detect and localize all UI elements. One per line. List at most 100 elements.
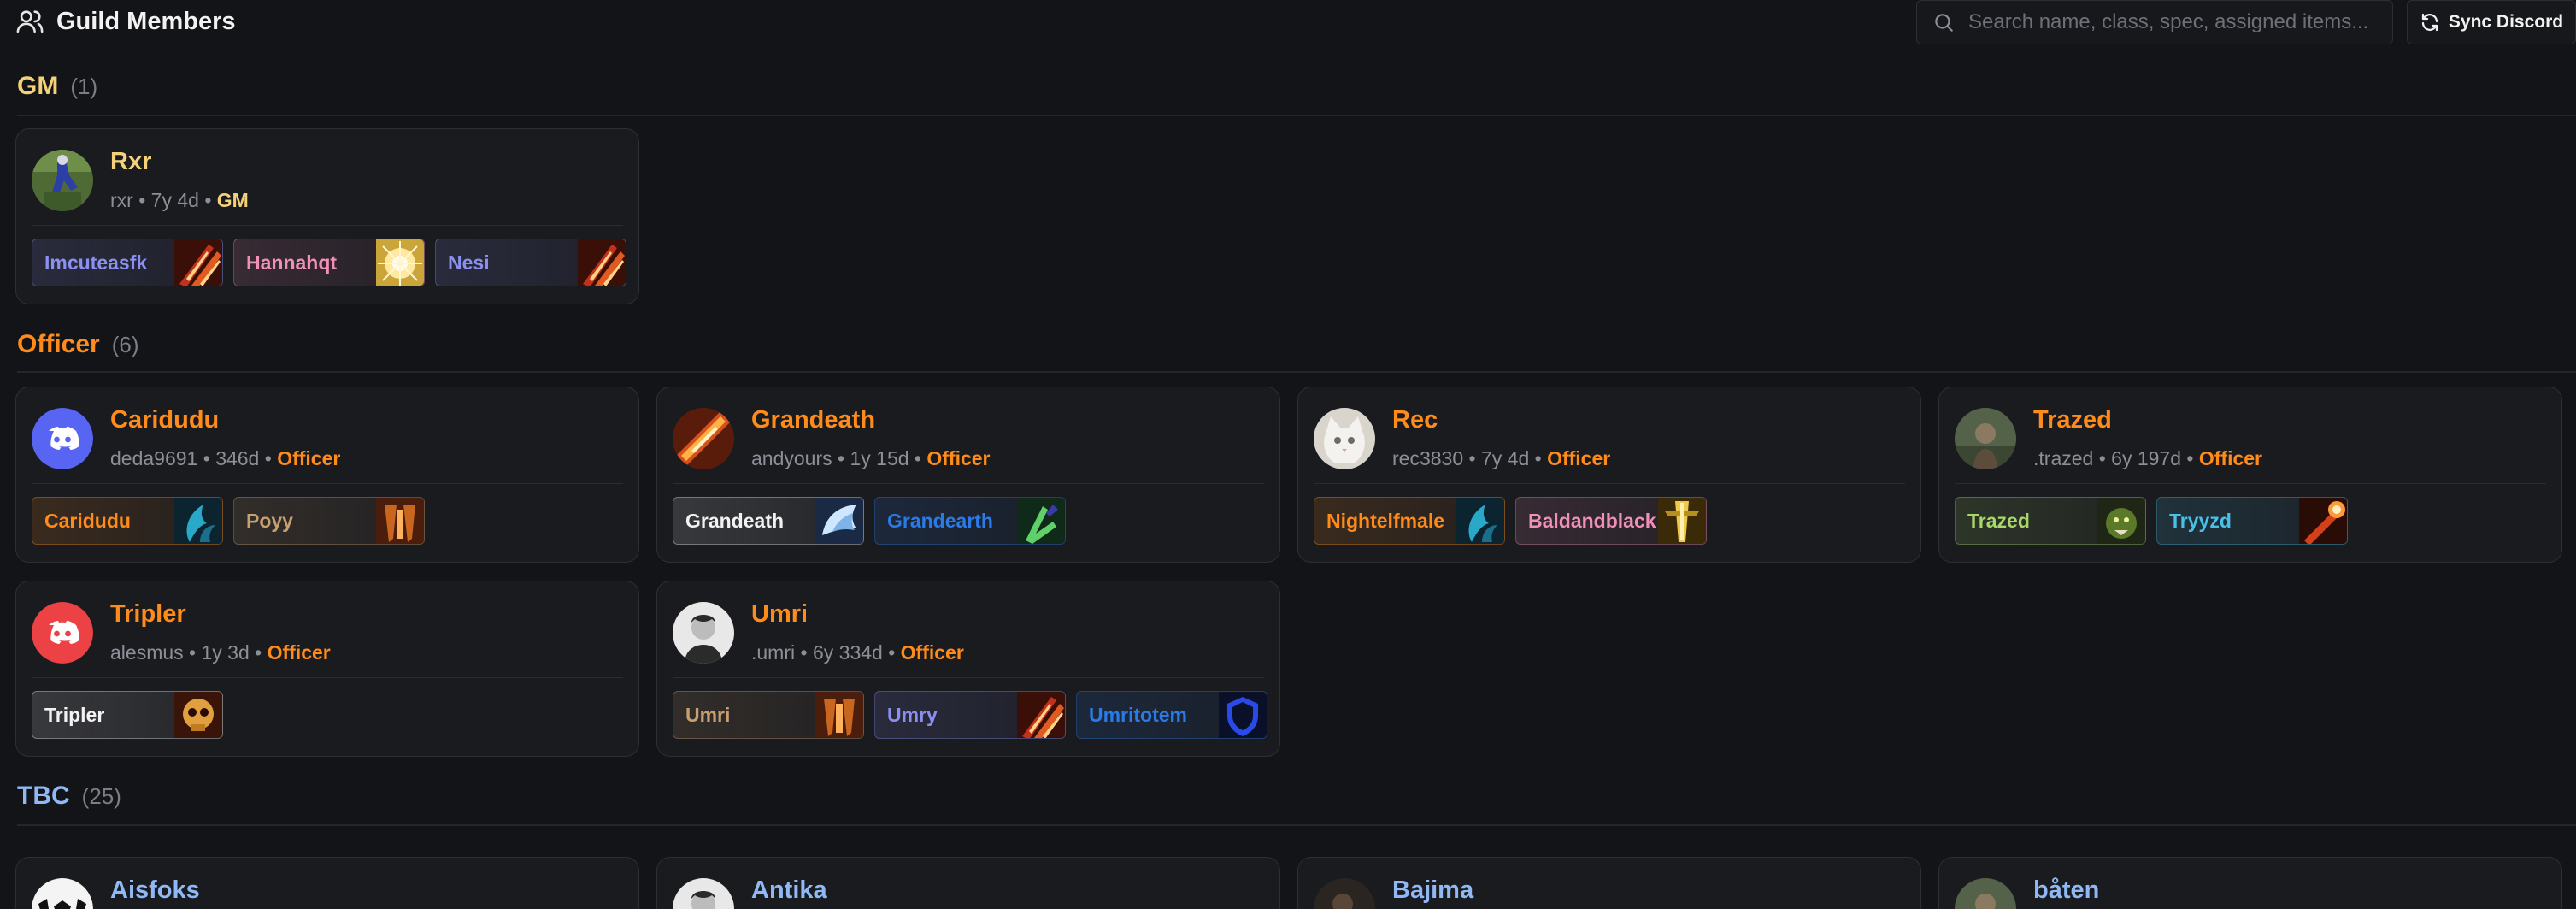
member-name[interactable]: Rec	[1392, 406, 1438, 434]
character-name: Caridudu	[44, 509, 131, 532]
character-chip[interactable]: Umritotem	[1076, 691, 1267, 739]
avatar	[32, 602, 93, 664]
member-card[interactable]: Bajima	[1297, 857, 1921, 909]
member-card[interactable]: Aisfoks	[15, 857, 639, 909]
member-role: Officer	[926, 447, 991, 469]
member-role: GM	[216, 189, 249, 211]
character-chip[interactable]: Umri	[673, 691, 864, 739]
member-tenure: 6y 197d	[2111, 447, 2182, 469]
character-chip[interactable]: Baldandblack	[1515, 497, 1707, 545]
member-name[interactable]: Rxr	[110, 148, 151, 176]
section-divider	[17, 115, 2576, 116]
search-box[interactable]	[1916, 0, 2393, 44]
member-card[interactable]: Tripler alesmus • 1y 3d • Officer Tripler	[15, 581, 639, 757]
character-chip[interactable]: Nesi	[435, 239, 626, 286]
member-username: andyours	[751, 447, 832, 469]
member-card[interactable]: båten	[1938, 857, 2562, 909]
section-count: (25)	[81, 783, 121, 809]
character-list: Trazed Tryyzd	[1955, 497, 2348, 545]
avatar	[1955, 878, 2016, 909]
member-name[interactable]: Umri	[751, 600, 808, 629]
arms-weapon-icon	[376, 498, 424, 544]
character-name: Poyy	[246, 509, 293, 532]
member-username: rec3830	[1392, 447, 1464, 469]
member-card[interactable]: Antika	[656, 857, 1280, 909]
character-chip[interactable]: Grandearth	[874, 497, 1066, 545]
sync-discord-label: Sync Discord	[2448, 12, 2564, 32]
section-header: TBC (25)	[17, 782, 121, 816]
member-name[interactable]: båten	[2033, 877, 2099, 905]
member-card[interactable]: Umri .umri • 6y 334d • Officer Umri Umry U…	[656, 581, 1280, 757]
character-chip[interactable]: Imcuteasfk	[32, 239, 223, 286]
member-role: Officer	[2198, 447, 2263, 469]
section-name: GM	[17, 72, 59, 100]
search-input[interactable]	[1967, 9, 2392, 35]
character-chip[interactable]: Trazed	[1955, 497, 2146, 545]
section-count: (6)	[111, 332, 139, 357]
member-card[interactable]: Trazed .trazed • 6y 197d • Officer Trazed …	[1938, 387, 2562, 563]
member-name[interactable]: Tripler	[110, 600, 186, 629]
avatar	[1314, 878, 1375, 909]
member-card[interactable]: Grandeath andyours • 1y 15d • Officer Gran…	[656, 387, 1280, 563]
member-meta: deda9691 • 346d • Officer	[110, 447, 341, 469]
member-card[interactable]: Rxr rxr • 7y 4d • GM Imcuteasfk Hannahqt N…	[15, 128, 639, 304]
member-role: Officer	[267, 641, 331, 664]
character-list: Nightelfmale Baldandblack	[1314, 497, 1707, 545]
discipline-shield-icon	[815, 498, 863, 544]
section-divider	[17, 824, 2576, 826]
avatar	[32, 878, 93, 909]
character-name: Umry	[887, 703, 938, 726]
member-tenure: 6y 334d	[812, 641, 883, 664]
character-name: Grandearth	[887, 509, 993, 532]
beast-mastery-icon	[2097, 498, 2145, 544]
users-icon	[16, 10, 44, 34]
member-role: Officer	[900, 641, 964, 664]
member-name[interactable]: Grandeath	[751, 406, 875, 434]
member-tenure: 1y 3d	[201, 641, 250, 664]
member-tenure: 7y 4d	[1480, 447, 1530, 469]
character-name: Tryyzd	[2169, 509, 2232, 532]
character-chip[interactable]: Poyy	[233, 497, 425, 545]
card-divider	[32, 483, 623, 484]
member-meta: .trazed • 6y 197d • Officer	[2033, 447, 2263, 469]
character-chip[interactable]: Caridudu	[32, 497, 223, 545]
member-meta: andyours • 1y 15d • Officer	[751, 447, 991, 469]
character-name: Nesi	[448, 251, 490, 274]
character-name: Grandeath	[685, 509, 785, 532]
avatar	[673, 602, 734, 664]
character-chip[interactable]: Nightelfmale	[1314, 497, 1505, 545]
character-chip[interactable]: Tripler	[32, 691, 223, 739]
refresh-icon	[2421, 13, 2438, 32]
avatar	[1955, 408, 2016, 469]
member-tenure: 346d	[215, 447, 260, 469]
member-name[interactable]: Caridudu	[110, 406, 219, 434]
character-chip[interactable]: Umry	[874, 691, 1066, 739]
card-divider	[32, 225, 623, 226]
member-card[interactable]: Rec rec3830 • 7y 4d • Officer Nightelfmale…	[1297, 387, 1921, 563]
character-name: Nightelfmale	[1326, 509, 1445, 532]
retribution-icon	[1658, 498, 1706, 544]
page-title: Guild Members	[56, 7, 236, 35]
member-name[interactable]: Trazed	[2033, 406, 2112, 434]
destruction-flame-icon	[1017, 692, 1065, 738]
character-chip[interactable]: Grandeath	[673, 497, 864, 545]
avatar	[32, 150, 93, 211]
character-name: Baldandblack	[1528, 509, 1656, 532]
member-name[interactable]: Bajima	[1392, 877, 1473, 905]
member-meta: rec3830 • 7y 4d • Officer	[1392, 447, 1611, 469]
member-meta: rxr • 7y 4d • GM	[110, 189, 249, 211]
sync-discord-button[interactable]: Sync Discord	[2407, 0, 2576, 44]
member-name[interactable]: Antika	[751, 877, 827, 905]
member-card[interactable]: Caridudu deda9691 • 346d • Officer Caridud…	[15, 387, 639, 563]
avatar	[673, 408, 734, 469]
section-header: GM (1)	[17, 72, 97, 106]
character-list: Tripler	[32, 691, 223, 739]
character-list: Imcuteasfk Hannahqt Nesi	[32, 239, 626, 286]
character-list: Umri Umry Umritotem	[673, 691, 1267, 739]
avatar	[1314, 408, 1375, 469]
member-role: Officer	[277, 447, 341, 469]
character-chip[interactable]: Tryyzd	[2156, 497, 2348, 545]
member-meta: alesmus • 1y 3d • Officer	[110, 641, 331, 664]
character-chip[interactable]: Hannahqt	[233, 239, 425, 286]
member-name[interactable]: Aisfoks	[110, 877, 200, 905]
